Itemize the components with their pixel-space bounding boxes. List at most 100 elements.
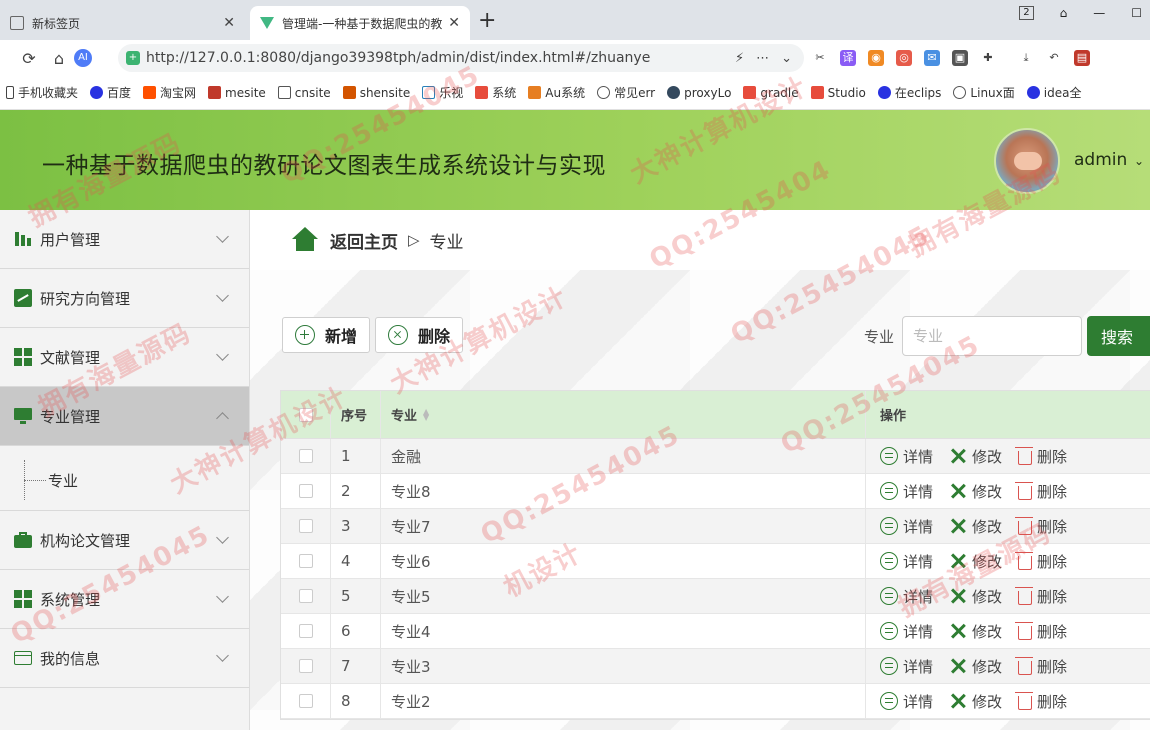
row-checkbox[interactable] [298,589,313,603]
close-tab-icon[interactable]: ✕ [448,15,460,31]
delete-row-button[interactable]: 删除 [1015,691,1067,712]
sort-icon[interactable]: ▲ ▼ [423,407,431,421]
detail-button[interactable]: 详情 [880,551,933,572]
chevron-down-icon[interactable]: ⌄ [1134,154,1144,168]
row-checkbox[interactable] [298,449,313,463]
detail-button[interactable]: 详情 [880,691,933,712]
shield-icon[interactable]: ▣ [952,50,968,66]
new-tab-button[interactable]: + [478,8,496,33]
avatar[interactable] [994,128,1060,194]
close-circle-icon [388,325,408,345]
edit-button[interactable]: 修改 [949,586,1002,607]
detail-button[interactable]: 详情 [880,586,933,607]
detail-button[interactable]: 详情 [880,446,933,467]
row-checkbox[interactable] [298,554,313,568]
bookmark-item[interactable]: mesite [208,86,266,100]
game-icon[interactable]: ◉ [868,50,884,66]
chevron-down-icon[interactable]: ⌄ [781,51,792,66]
bookmark-item[interactable]: 手机收藏夹 [6,84,78,101]
sidebar-subitem-major[interactable]: 专业 [48,470,78,491]
row-ops: 详情 修改 删除 [866,439,1150,473]
bookmark-item[interactable]: Studio [810,86,866,100]
sidebar-item-system[interactable]: 系统管理 [0,570,249,629]
bookmark-item[interactable]: 百度 [90,84,131,101]
delete-row-button[interactable]: 删除 [1015,446,1067,467]
sidebar-item-literature[interactable]: 文献管理 [0,328,249,387]
detail-button[interactable]: 详情 [880,656,933,677]
breadcrumb-home-link[interactable]: 返回主页 [330,228,398,253]
undo-icon[interactable]: ↶ [1046,50,1062,66]
bag-icon[interactable]: ▤ [1074,50,1090,66]
edit-button[interactable]: 修改 [949,656,1002,677]
edit-button[interactable]: 修改 [949,621,1002,642]
bookmark-item[interactable]: 常见err [597,84,655,101]
bookmark-item[interactable]: proxyLo [667,86,731,100]
shirt-icon[interactable]: ⌂ [1060,6,1068,20]
edit-button[interactable]: 修改 [949,516,1002,537]
proxy-icon [667,86,681,99]
sidebar-item-institution-papers[interactable]: 机构论文管理 [0,511,249,570]
bookmark-item[interactable]: Au系统 [528,84,585,101]
row-checkbox[interactable] [298,624,313,638]
row-checkbox[interactable] [298,694,313,708]
bookmark-item[interactable]: 在eclips [877,84,941,101]
browser-tab-admin[interactable]: 管理端-一种基于数据爬虫的教 ✕ [250,6,470,40]
edit-button[interactable]: 修改 [949,446,1002,467]
lightning-icon[interactable]: ⚡ [735,51,744,66]
add-button[interactable]: 新增 [282,317,371,353]
bookmark-item[interactable]: shensite [342,86,410,100]
delete-row-button[interactable]: 删除 [1015,516,1067,537]
ai-icon[interactable]: AI [74,49,92,67]
sidebar-item-my-info[interactable]: 我的信息 [0,629,249,688]
bookmark-item[interactable]: 淘宝网 [143,84,196,101]
row-checkbox[interactable] [298,659,313,673]
tab-title: 管理端-一种基于数据爬虫的教 [282,16,443,31]
edit-button[interactable]: 修改 [949,551,1002,572]
mail-icon[interactable]: ✉ [924,50,940,66]
sidebar-item-user-management[interactable]: 用户管理 [0,210,249,269]
sidebar-item-major-management[interactable]: 专业管理 [0,387,249,446]
sidebar-item-research-direction[interactable]: 研究方向管理 [0,269,249,328]
browser-tab-newtab[interactable]: 新标签页 ✕ [0,6,245,40]
header-major[interactable]: 专业 ▲ ▼ [381,391,866,438]
url-field[interactable]: + http://127.0.0.1:8080/django39398tph/a… [118,44,804,72]
more-icon[interactable]: ⋯ [756,51,769,66]
bookmark-item[interactable]: idea全 [1026,84,1081,101]
select-all-checkbox[interactable] [298,407,313,422]
translate-icon[interactable]: 译 [840,50,856,66]
edit-button[interactable]: 修改 [949,691,1002,712]
delete-button[interactable]: 删除 [375,317,464,353]
download-icon[interactable]: ⤓ [1018,50,1034,66]
delete-row-button[interactable]: 删除 [1015,586,1067,607]
puzzle-icon[interactable]: ✚ [980,50,996,66]
close-tab-icon[interactable]: ✕ [223,15,235,31]
delete-row-button[interactable]: 删除 [1015,656,1067,677]
delete-row-button[interactable]: 删除 [1015,621,1067,642]
bookmark-item[interactable]: 乐视 [422,84,463,101]
search-button[interactable]: 搜索 [1087,316,1150,356]
delete-row-button[interactable]: 删除 [1015,551,1067,572]
row-checkbox[interactable] [298,484,313,498]
bookmark-item[interactable]: cnsite [277,86,331,100]
home-browser-icon[interactable]: ⌂ [44,49,74,68]
bookmark-item[interactable]: gradle [743,86,799,100]
chevron-down-icon [216,230,229,243]
home-icon[interactable] [290,227,320,253]
search-input[interactable] [902,316,1082,356]
bookmark-item[interactable]: Linux面 [953,84,1015,101]
detail-button[interactable]: 详情 [880,481,933,502]
row-checkbox[interactable] [298,519,313,533]
edit-button[interactable]: 修改 [949,481,1002,502]
eye-icon[interactable]: ◎ [896,50,912,66]
minimize-icon[interactable]: — [1093,6,1105,20]
window-count-badge[interactable]: 2 [1019,6,1034,20]
maximize-icon[interactable]: ☐ [1131,6,1142,20]
bars-icon [14,230,32,248]
scissors-icon[interactable]: ✂ [812,50,828,66]
detail-button[interactable]: 详情 [880,516,933,537]
bookmark-item[interactable]: 系统 [475,84,516,101]
reload-icon[interactable]: ⟳ [14,49,44,68]
detail-button[interactable]: 详情 [880,621,933,642]
user-name[interactable]: admin [1074,150,1127,170]
delete-row-button[interactable]: 删除 [1015,481,1067,502]
